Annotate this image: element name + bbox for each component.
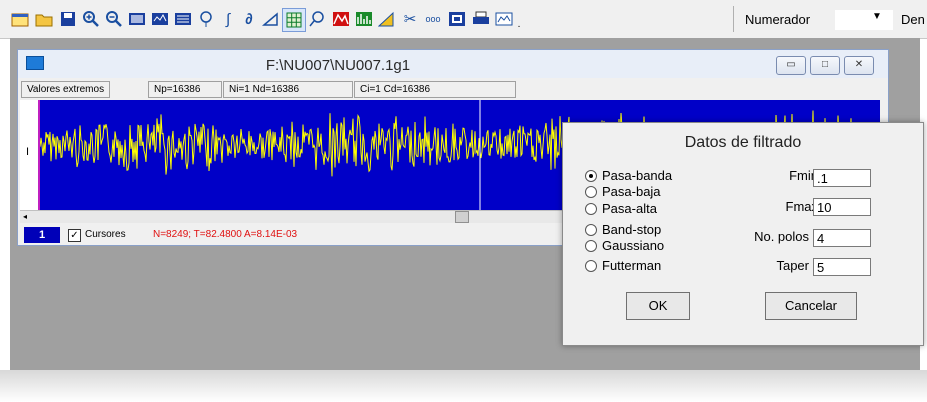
toolbar: ∫ ∂ ✂ ooo . Numerador ▼ Den (0, 0, 927, 39)
radio-button-icon[interactable] (585, 203, 597, 215)
chevron-down-icon[interactable]: ▼ (872, 11, 882, 22)
denominador-label: Den (901, 12, 925, 27)
dots-icon[interactable]: ooo (422, 8, 444, 30)
display-alt-icon[interactable] (149, 8, 171, 30)
cursor-info: N=8249; T=82.4800 A=8.14E-03 (153, 229, 298, 240)
channel-number-badge: 1 (24, 227, 60, 243)
cursors-label: Cursores (85, 229, 126, 240)
ok-button[interactable]: OK (626, 292, 690, 320)
channel-label: I (26, 146, 30, 158)
poles-field[interactable]: 4 (813, 229, 871, 247)
filter-dialog: Datos de filtrado Pasa-banda Pasa-baja P… (562, 122, 924, 346)
toolbar-separator (733, 6, 734, 32)
radio-pasa-baja[interactable]: Pasa-baja (585, 183, 815, 199)
display-icon[interactable] (126, 8, 148, 30)
status-ci-cd: Ci=1 Cd=16386 (354, 81, 516, 98)
save-icon[interactable] (57, 8, 79, 30)
print-icon[interactable] (470, 8, 492, 30)
radio-button-icon[interactable] (585, 224, 597, 236)
workspace-shadow (0, 370, 927, 402)
poles-label: No. polos (754, 229, 809, 244)
channel-strip: I (20, 100, 40, 212)
numerador-combo[interactable] (834, 9, 894, 31)
integral-icon[interactable]: ∫ (217, 8, 239, 30)
status-ni-nd: Ni=1 Nd=16386 (223, 81, 353, 98)
signal-window-titlebar[interactable]: F:\NU007\NU007.1g1 ▭ □ ✕ (18, 50, 888, 78)
zoom-in-icon[interactable] (80, 8, 102, 30)
close-icon[interactable]: ✕ (844, 56, 874, 75)
fmax-label: Fmax (785, 199, 819, 214)
taper-field[interactable]: 5 (813, 258, 871, 276)
scrollbar-thumb[interactable] (455, 211, 469, 223)
taper-label: Taper (776, 258, 809, 273)
maximize-icon[interactable]: □ (810, 56, 840, 75)
lasso-icon[interactable] (306, 8, 328, 30)
open-folder-icon[interactable] (33, 8, 55, 30)
signal-window-title: F:\NU007\NU007.1g1 (265, 57, 411, 74)
radio-button-icon[interactable] (585, 260, 597, 272)
balloon-icon[interactable] (195, 8, 217, 30)
dialog-title: Datos de filtrado (684, 134, 802, 151)
cursors-checkbox[interactable]: ✓ (68, 229, 81, 242)
grid-icon[interactable] (282, 8, 306, 32)
chart-icon[interactable] (493, 8, 515, 30)
radio-button-icon[interactable] (585, 240, 597, 252)
zoom-out-icon[interactable] (103, 8, 125, 30)
radio-button-icon[interactable] (585, 186, 597, 198)
minimize-icon[interactable]: ▭ (776, 56, 806, 75)
fmin-field[interactable]: .1 (813, 169, 871, 187)
numerador-label: Numerador (745, 12, 811, 27)
cut-icon[interactable]: ✂ (399, 8, 421, 30)
frame-icon[interactable] (446, 8, 468, 30)
fmin-label: Fmin (789, 168, 818, 183)
calendar-icon[interactable] (9, 8, 31, 30)
list-icon[interactable] (172, 8, 194, 30)
spectrum-icon[interactable] (330, 8, 352, 30)
status-np: Np=16386 (148, 81, 222, 98)
bar-spectrum-icon[interactable] (353, 8, 375, 30)
status-valores-extremos[interactable]: Valores extremos (21, 81, 111, 98)
cancel-button[interactable]: Cancelar (765, 292, 857, 320)
scroll-left-icon[interactable]: ◂ (23, 212, 27, 221)
fmax-field[interactable]: 10 (813, 198, 871, 216)
triangle-icon[interactable] (260, 8, 282, 30)
dropdown-icon[interactable]: . (513, 14, 525, 36)
derivative-icon[interactable]: ∂ (238, 8, 260, 30)
radio-button-icon[interactable] (585, 170, 597, 182)
filter-icon[interactable] (376, 8, 398, 30)
